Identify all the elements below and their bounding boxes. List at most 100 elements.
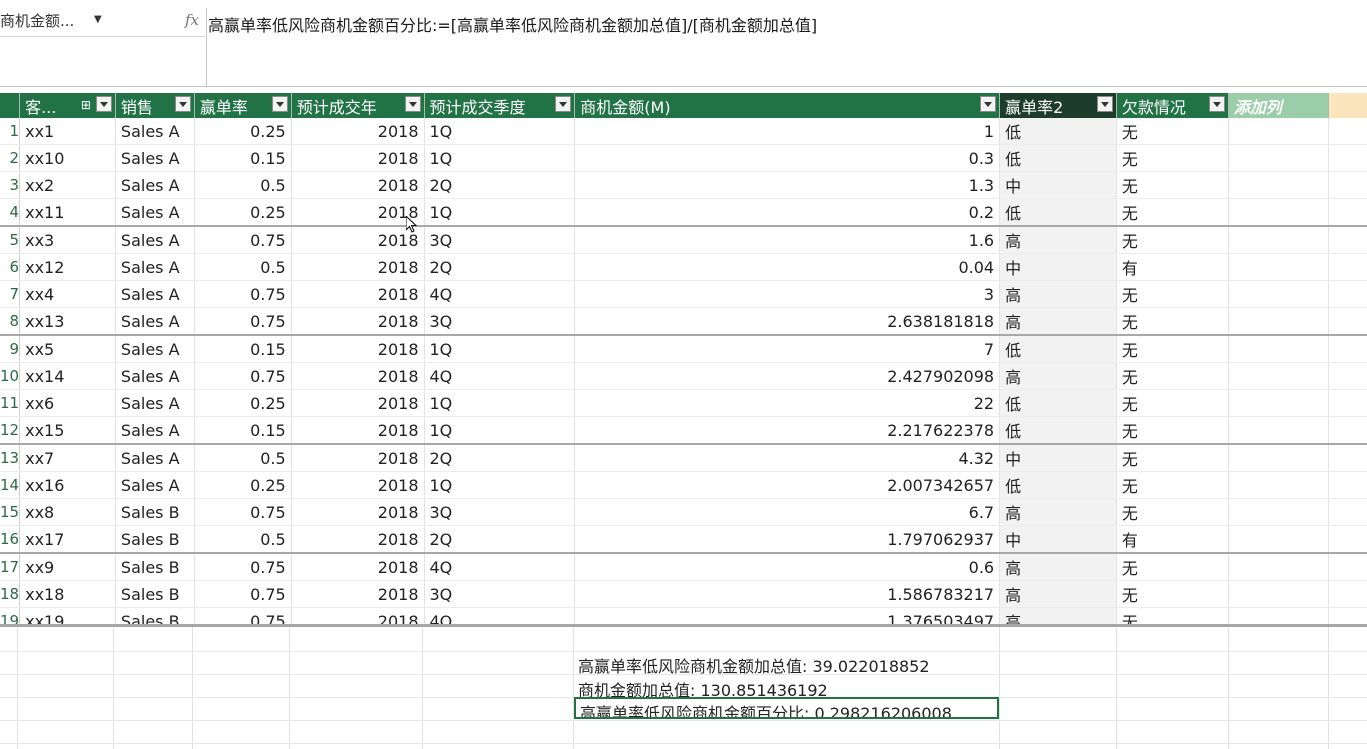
cell-arrears[interactable]: 无 <box>1116 498 1229 526</box>
cell-amount[interactable]: 0.3 <box>574 144 1001 172</box>
cell-amount[interactable]: 7 <box>574 335 1001 363</box>
cell-win-rate2[interactable]: 低 <box>999 335 1117 363</box>
cell-customer[interactable]: xx5 <box>19 335 116 363</box>
cell-win-rate[interactable]: 0.25 <box>194 198 292 227</box>
cell-sales[interactable]: Sales A <box>115 444 195 472</box>
cell-empty[interactable] <box>1228 362 1329 390</box>
cell-arrears[interactable]: 无 <box>1116 389 1229 417</box>
cell-sales[interactable]: Sales A <box>115 362 195 390</box>
cell-customer[interactable]: xx14 <box>19 362 116 390</box>
cell-year[interactable]: 2018 <box>291 525 425 554</box>
column-header-quarter[interactable]: 预计成交季度 <box>424 93 576 118</box>
cell-win-rate2[interactable]: 中 <box>999 253 1117 281</box>
cell-year[interactable]: 2018 <box>291 362 425 390</box>
cell-year[interactable]: 2018 <box>291 607 425 625</box>
measure-high-low-risk-sum[interactable]: 高赢单率低风险商机金额加总值: 39.022018852 <box>578 653 930 677</box>
table-row[interactable]: 15 xx8 Sales B 0.75 2018 3Q 6.7 高无 <box>0 498 1367 526</box>
cell-win-rate2[interactable]: 高 <box>999 307 1117 336</box>
cell-year[interactable]: 2018 <box>291 335 425 363</box>
cell-win-rate2[interactable]: 高 <box>999 580 1117 608</box>
row-number[interactable]: 5 <box>0 226 21 254</box>
cell-win-rate[interactable]: 0.75 <box>194 280 292 308</box>
cell-win-rate2[interactable]: 高 <box>999 362 1117 390</box>
cell-win-rate[interactable]: 0.25 <box>194 118 292 145</box>
table-row[interactable]: 17 xx9 Sales B 0.75 2018 4Q 0.6 高无 <box>0 553 1367 581</box>
table-row[interactable]: 13 xx7 Sales A 0.5 2018 2Q 4.32 中无 <box>0 444 1367 472</box>
row-number[interactable]: 18 <box>0 580 21 608</box>
cell-amount[interactable]: 0.04 <box>574 253 1001 281</box>
cell-win-rate[interactable]: 0.15 <box>194 144 292 172</box>
cell-sales[interactable]: Sales A <box>115 389 195 417</box>
cell-arrears[interactable]: 无 <box>1116 226 1229 254</box>
cell-customer[interactable]: xx6 <box>19 389 116 417</box>
cell-customer[interactable]: xx2 <box>19 171 116 199</box>
table-row[interactable]: 10 xx14 Sales A 0.75 2018 4Q 2.427902098 高无 <box>0 362 1367 390</box>
cell-win-rate2[interactable]: 高 <box>999 498 1117 526</box>
cell-empty[interactable] <box>1228 171 1329 199</box>
cell-amount[interactable]: 2.638181818 <box>574 307 1001 336</box>
cell-quarter[interactable]: 4Q <box>424 362 576 390</box>
add-column-header[interactable]: 添加列 <box>1228 93 1329 118</box>
cell-arrears[interactable]: 无 <box>1116 171 1229 199</box>
cell-win-rate[interactable]: 0.5 <box>194 253 292 281</box>
cell-empty[interactable] <box>1228 580 1329 608</box>
cell-win-rate[interactable]: 0.15 <box>194 416 292 445</box>
cell-customer[interactable]: xx17 <box>19 525 116 554</box>
table-row[interactable]: 7 xx4 Sales A 0.75 2018 4Q 3 高无 <box>0 280 1367 308</box>
cell-win-rate2[interactable]: 低 <box>999 144 1117 172</box>
cell-quarter[interactable]: 4Q <box>424 280 576 308</box>
cell-win-rate2[interactable]: 高 <box>999 607 1117 625</box>
cell-arrears[interactable]: 有 <box>1116 253 1229 281</box>
cell-empty[interactable] <box>1228 118 1329 145</box>
cell-sales[interactable]: Sales B <box>115 580 195 608</box>
cell-quarter[interactable]: 1Q <box>424 198 576 227</box>
row-number[interactable]: 19 <box>0 607 21 625</box>
cell-year[interactable]: 2018 <box>291 226 425 254</box>
cell-year[interactable]: 2018 <box>291 553 425 581</box>
filter-dropdown-icon[interactable] <box>404 96 421 112</box>
cell-year[interactable]: 2018 <box>291 118 425 145</box>
table-row[interactable]: 1 xx1 Sales A 0.25 2018 1Q 1 低无 <box>0 118 1367 145</box>
cell-year[interactable]: 2018 <box>291 444 425 472</box>
cell-win-rate[interactable]: 0.75 <box>194 498 292 526</box>
cell-year[interactable]: 2018 <box>291 416 425 445</box>
column-header-year[interactable]: 预计成交年 <box>291 93 425 118</box>
cell-empty[interactable] <box>1228 389 1329 417</box>
cell-sales[interactable]: Sales A <box>115 416 195 445</box>
cell-amount[interactable]: 1.797062937 <box>574 525 1001 554</box>
cell-quarter[interactable]: 1Q <box>424 416 576 445</box>
cell-amount[interactable]: 2.427902098 <box>574 362 1001 390</box>
cell-empty[interactable] <box>1228 498 1329 526</box>
table-row[interactable]: 6 xx12 Sales A 0.5 2018 2Q 0.04 中有 <box>0 253 1367 281</box>
cell-empty[interactable] <box>1228 553 1329 581</box>
cell-sales[interactable]: Sales A <box>115 471 195 499</box>
cell-sales[interactable]: Sales B <box>115 525 195 554</box>
cell-amount[interactable]: 22 <box>574 389 1001 417</box>
table-row[interactable]: 11 xx6 Sales A 0.25 2018 1Q 22 低无 <box>0 389 1367 417</box>
cell-year[interactable]: 2018 <box>291 498 425 526</box>
cell-win-rate2[interactable]: 中 <box>999 171 1117 199</box>
cell-empty[interactable] <box>1228 144 1329 172</box>
cell-quarter[interactable]: 3Q <box>424 226 576 254</box>
cell-amount[interactable]: 1.586783217 <box>574 580 1001 608</box>
fx-icon[interactable]: fx <box>185 11 199 29</box>
cell-win-rate2[interactable]: 低 <box>999 198 1117 227</box>
cell-quarter[interactable]: 1Q <box>424 389 576 417</box>
row-number[interactable]: 12 <box>0 416 21 445</box>
cell-sales[interactable]: Sales A <box>115 171 195 199</box>
cell-quarter[interactable]: 3Q <box>424 580 576 608</box>
cell-arrears[interactable]: 无 <box>1116 416 1229 445</box>
cell-empty[interactable] <box>1228 607 1329 625</box>
row-number[interactable]: 13 <box>0 444 21 472</box>
cell-arrears[interactable]: 无 <box>1116 471 1229 499</box>
cell-win-rate2[interactable]: 高 <box>999 553 1117 581</box>
cell-arrears[interactable]: 无 <box>1116 444 1229 472</box>
cell-win-rate[interactable]: 0.5 <box>194 525 292 554</box>
filter-dropdown-icon[interactable] <box>555 96 572 112</box>
corner-cell[interactable] <box>0 93 21 118</box>
cell-win-rate[interactable]: 0.25 <box>194 471 292 499</box>
filter-dropdown-icon[interactable] <box>95 96 112 112</box>
cell-arrears[interactable]: 无 <box>1116 307 1229 336</box>
row-number[interactable]: 10 <box>0 362 21 390</box>
cell-customer[interactable]: xx10 <box>19 144 116 172</box>
